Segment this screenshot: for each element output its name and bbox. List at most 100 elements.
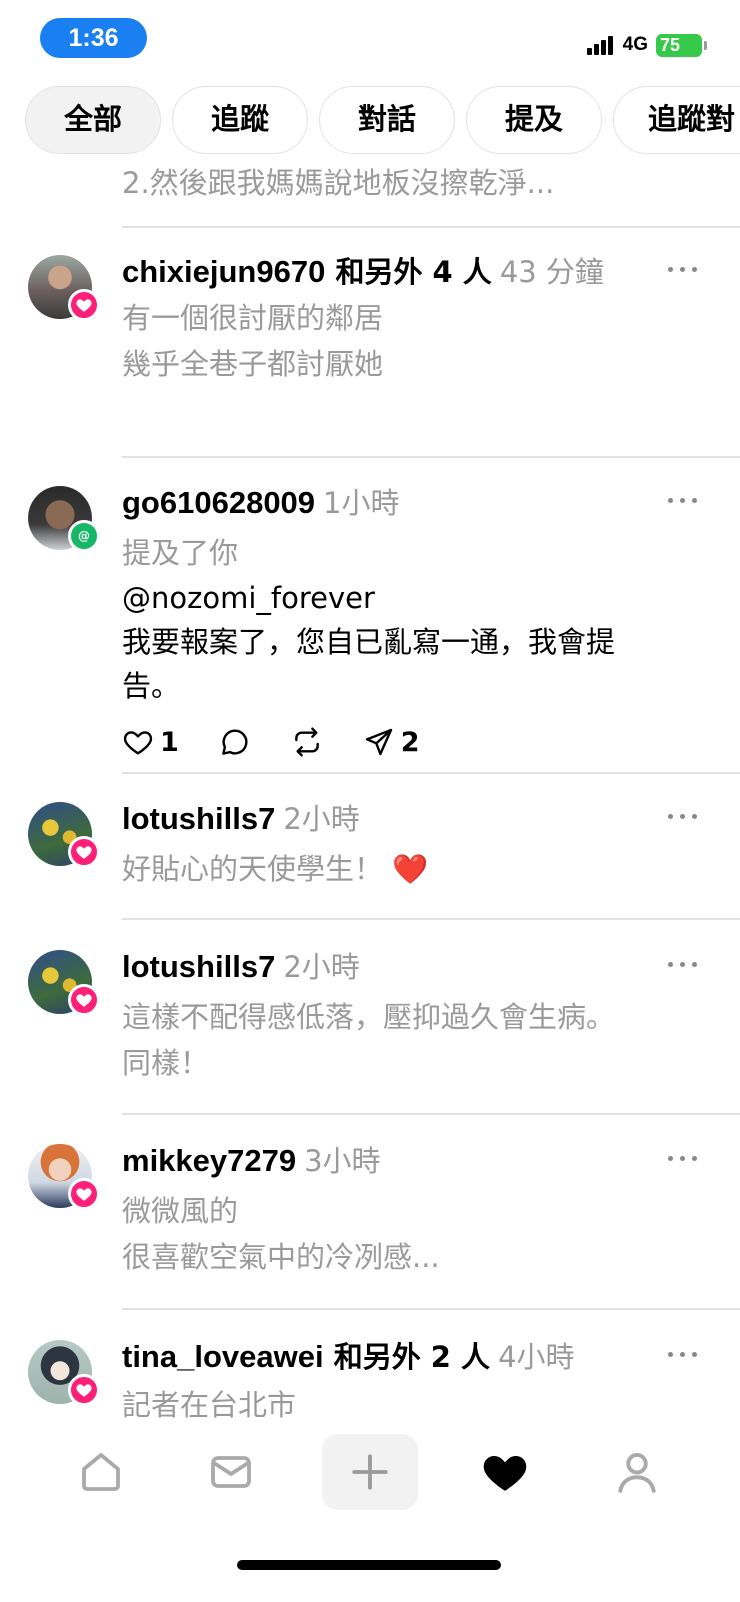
activity-body: mikkey7279 3小時 微微風的 很喜歡空氣中的冷冽感... <box>122 1140 670 1280</box>
timestamp: 3小時 <box>304 1144 381 1178</box>
reply-icon <box>221 729 248 755</box>
activity-item[interactable]: mikkey7279 3小時 微微風的 很喜歡空氣中的冷冽感... <box>0 1140 740 1300</box>
post-preview-line: 有一個很討厭的鄰居 <box>122 301 384 335</box>
heart-icon <box>68 1178 100 1210</box>
others-count: 和另外 4 人 <box>325 255 492 289</box>
repost-icon <box>294 727 319 757</box>
divider <box>122 456 740 458</box>
activity-body: tina_loveawei 和另外 2 人 4小時 記者在台北市 <box>122 1336 690 1418</box>
nav-profile[interactable] <box>592 1436 682 1508</box>
inbox-icon <box>211 1456 251 1488</box>
share-count: 2 <box>400 726 420 758</box>
reply-preview-line: 好貼心的天使學生！ ❤️ <box>122 852 429 886</box>
activity-item[interactable]: chixiejun9670 和另外 4 人 43 分鐘 有一個很討厭的鄰居 幾乎全… <box>0 251 740 451</box>
reply-preview-line: 這樣不配得感低落，壓抑過久會生病。 <box>122 1000 616 1034</box>
nav-activity[interactable] <box>460 1436 550 1508</box>
activity-body: chixiejun9670 和另外 4 人 43 分鐘 有一個很討厭的鄰居 幾乎全… <box>122 251 670 387</box>
nav-home[interactable] <box>56 1436 146 1508</box>
battery-icon: 75 <box>656 33 707 57</box>
username[interactable]: tina_loveawei <box>122 1339 324 1374</box>
more-options-icon[interactable] <box>668 1344 702 1364</box>
nav-inbox[interactable] <box>186 1436 276 1508</box>
more-options-icon[interactable] <box>668 806 702 826</box>
more-options-icon[interactable] <box>668 954 702 974</box>
username[interactable]: lotushills7 <box>122 949 275 984</box>
network-type: 4G <box>622 34 648 55</box>
heart-icon <box>68 289 100 321</box>
reply-button[interactable] <box>219 726 251 758</box>
heart-icon <box>68 1374 100 1406</box>
heart-icon <box>68 984 100 1016</box>
reply-preview-line: 同樣！ <box>122 1046 210 1080</box>
status-indicators: 4G 75 <box>586 30 707 60</box>
activity-heart-icon <box>483 1455 527 1491</box>
activity-feed: chixiejun9670 和另外 4 人 43 分鐘 有一個很討厭的鄰居 幾乎全… <box>0 196 740 1418</box>
avatar[interactable] <box>28 1144 100 1210</box>
status-time: 1:36 <box>40 18 147 58</box>
tab-all[interactable]: 全部 <box>25 86 161 154</box>
avatar[interactable] <box>28 950 100 1016</box>
threads-icon: @ <box>68 520 100 552</box>
svg-text:@: @ <box>78 529 90 543</box>
avatar[interactable] <box>28 802 100 868</box>
divider <box>122 1113 740 1115</box>
share-button[interactable]: 2 <box>363 726 420 758</box>
previous-item-text: 2.然後跟我媽媽說地板沒擦乾淨... <box>122 166 555 196</box>
avatar[interactable] <box>28 1340 100 1406</box>
bottom-navigation <box>0 1418 740 1602</box>
divider <box>122 226 740 228</box>
repost-button[interactable] <box>291 726 323 758</box>
activity-item[interactable]: lotushills7 2小時 這樣不配得感低落，壓抑過久會生病。 同樣！ <box>0 946 740 1106</box>
username[interactable]: chixiejun9670 <box>122 254 325 289</box>
timestamp: 2小時 <box>283 950 360 984</box>
avatar[interactable]: @ <box>28 486 100 552</box>
activity-body: lotushills7 2小時 這樣不配得感低落，壓抑過久會生病。 同樣！ <box>122 946 700 1086</box>
timestamp: 4小時 <box>498 1340 575 1374</box>
cellular-signal-icon <box>586 35 615 55</box>
username[interactable]: lotushills7 <box>122 801 275 836</box>
tab-mentions[interactable]: 提及 <box>466 86 602 154</box>
divider <box>122 918 740 920</box>
status-bar: 1:36 4G 75 <box>0 0 740 80</box>
home-icon <box>82 1453 120 1491</box>
reply-preview-line: 微微風的 <box>122 1194 239 1228</box>
divider <box>122 1308 740 1310</box>
activity-item[interactable]: @ go610628009 1小時 提及了你 @nozomi_forever 我要… <box>0 482 740 772</box>
more-options-icon[interactable] <box>668 490 702 510</box>
tab-replies[interactable]: 對話 <box>319 86 455 154</box>
activity-body: lotushills7 2小時 好貼心的天使學生！ ❤️ <box>122 798 670 892</box>
tab-following[interactable]: 追蹤 <box>172 86 308 154</box>
home-indicator <box>237 1560 501 1570</box>
username[interactable]: mikkey7279 <box>122 1143 296 1178</box>
activity-body: go610628009 1小時 提及了你 @nozomi_forever 我要報案… <box>122 482 670 764</box>
username[interactable]: go610628009 <box>122 485 315 520</box>
nav-create[interactable] <box>322 1434 418 1510</box>
mention-handle[interactable]: @nozomi_forever <box>122 576 670 620</box>
mention-label: 提及了你 <box>122 536 239 570</box>
others-count: 和另外 2 人 <box>323 1340 491 1374</box>
post-preview-line: 記者在台北市 <box>122 1388 297 1418</box>
more-options-icon[interactable] <box>668 259 702 279</box>
heart-icon <box>68 836 100 868</box>
activity-item[interactable]: lotushills7 2小時 好貼心的天使學生！ ❤️ <box>0 798 740 918</box>
create-icon <box>352 1454 388 1490</box>
post-content: 我要報案了，您自已亂寫一通，我會提告。 <box>122 625 616 703</box>
post-actions: 1 2 <box>122 720 670 764</box>
battery-level: 75 <box>660 34 681 55</box>
tab-follow-requests[interactable]: 追蹤對 <box>613 86 740 154</box>
avatar[interactable] <box>28 255 100 321</box>
like-button[interactable]: 1 <box>122 726 179 758</box>
reply-preview-line: 很喜歡空氣中的冷冽感... <box>122 1240 440 1274</box>
post-preview-line: 幾乎全巷子都討厭她 <box>122 347 384 381</box>
like-count: 1 <box>160 726 179 758</box>
timestamp: 1小時 <box>323 486 400 520</box>
divider <box>122 772 740 774</box>
profile-icon <box>618 1452 656 1493</box>
timestamp: 43 分鐘 <box>499 255 604 289</box>
share-icon <box>365 728 392 756</box>
like-icon <box>123 731 153 755</box>
timestamp: 2小時 <box>283 802 360 836</box>
activity-item[interactable]: tina_loveawei 和另外 2 人 4小時 記者在台北市 <box>0 1336 740 1418</box>
activity-filter-tabs: 2.然後跟我媽媽說地板沒擦乾淨... 全部 追蹤 對話 提及 追蹤對 <box>0 80 740 196</box>
more-options-icon[interactable] <box>668 1148 702 1168</box>
